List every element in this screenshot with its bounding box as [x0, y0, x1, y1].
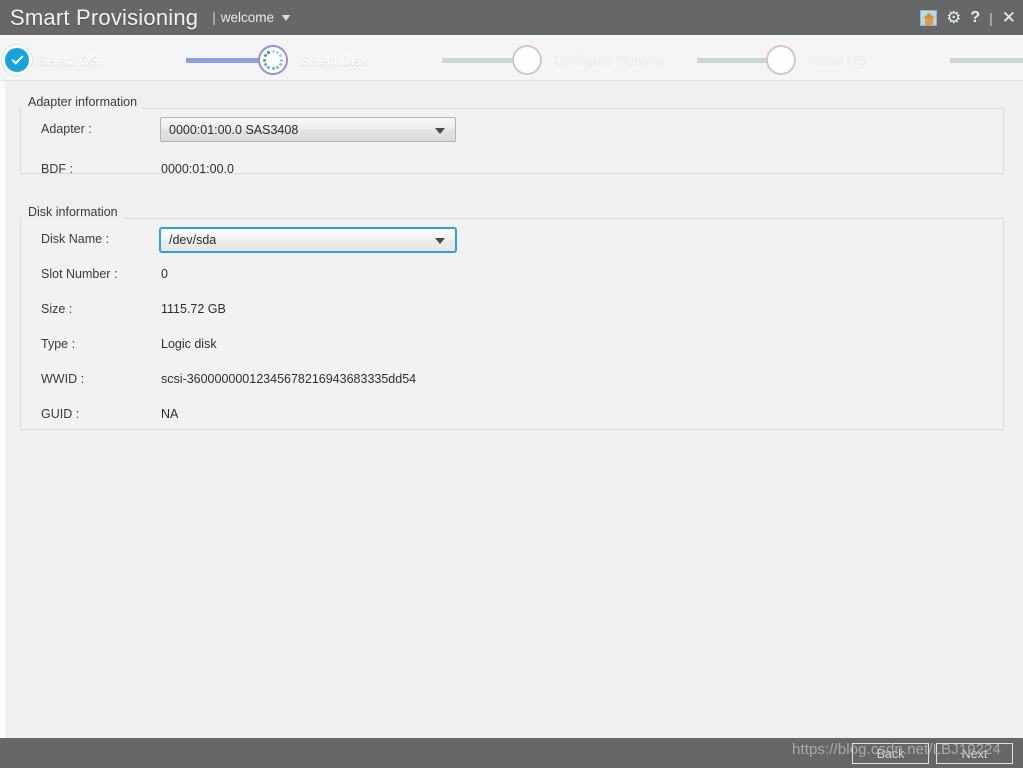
step-connector-4	[950, 58, 1023, 63]
guid-value-row: NA	[161, 407, 178, 421]
next-button[interactable]: Next	[936, 743, 1013, 764]
bdf-field-row: BDF :	[41, 162, 73, 176]
titlebar-icon-group: ⚙ ? | ✕	[920, 0, 1016, 35]
size-label: Size :	[41, 302, 73, 316]
step-configure-options-status-icon	[512, 45, 542, 75]
guid-label: GUID :	[41, 407, 80, 421]
chevron-down-icon	[281, 14, 291, 21]
slot-number-label-row: Slot Number :	[41, 267, 117, 281]
back-button[interactable]: Back	[852, 743, 929, 764]
step-select-disk[interactable]: Select Disk	[272, 49, 443, 72]
adapter-information-title: Adapter information	[22, 95, 144, 109]
slot-number-label: Slot Number :	[41, 267, 118, 281]
step-select-disk-label: Select Disk	[300, 53, 368, 68]
step-configure-options[interactable]: Configure Options	[526, 49, 698, 72]
welcome-label: welcome	[220, 10, 275, 25]
adapter-label: Adapter :	[41, 122, 92, 136]
main-content: Adapter information Adapter : 0000:01:00…	[0, 81, 1023, 738]
chevron-down-icon	[435, 127, 445, 134]
left-rail	[0, 81, 6, 738]
welcome-menu[interactable]: | welcome	[212, 10, 291, 25]
guid-label-row: GUID :	[41, 407, 79, 421]
slot-number-value-row: 0	[161, 267, 168, 281]
chevron-down-icon	[435, 238, 445, 244]
step-select-os[interactable]: Select OS	[16, 49, 191, 72]
bdf-value: 0000:01:00.0	[161, 162, 234, 176]
disk-name-select-value: /dev/sda	[169, 233, 217, 247]
titlebar-divider: |	[989, 9, 993, 26]
step-select-os-label: Select OS	[38, 53, 99, 68]
adapter-select[interactable]: 0000:01:00.0 SAS3408	[160, 117, 456, 142]
footer-bar: Back Next	[0, 738, 1023, 768]
wwid-value-row: scsi-36000000012345678216943683335dd54	[161, 372, 416, 386]
disk-name-label: Disk Name :	[41, 232, 110, 246]
step-configure-options-label: Configure Options	[554, 53, 663, 68]
home-icon[interactable]	[920, 9, 938, 26]
type-value-row: Logic disk	[161, 337, 217, 351]
bdf-label: BDF :	[41, 162, 73, 176]
step-select-disk-spinner-icon	[258, 45, 288, 75]
adapter-select-value: 0000:01:00.0 SAS3408	[169, 122, 299, 137]
question-mark-icon[interactable]: ?	[970, 9, 980, 26]
smart-provisioning-window: Smart Provisioning | welcome ⚙ ? | ✕ Sel…	[0, 0, 1023, 768]
step-install-os[interactable]: Install OS	[780, 49, 951, 72]
wizard-stepper: Select OS Select Disk Configure Options …	[0, 35, 1023, 81]
wwid-label: WWID :	[41, 372, 85, 386]
step-install-os-status-icon	[766, 45, 796, 75]
slot-number-value: 0	[161, 267, 168, 281]
gear-icon[interactable]: ⚙	[946, 9, 961, 26]
wwid-value: scsi-36000000012345678216943683335dd54	[161, 372, 417, 386]
step-select-os-status-icon	[2, 45, 32, 75]
type-value: Logic disk	[161, 337, 217, 351]
bdf-value-row: 0000:01:00.0	[161, 162, 234, 176]
page-title: Smart Provisioning	[10, 4, 199, 30]
adapter-field-label-row: Adapter :	[41, 122, 92, 136]
size-value-row: 1115.72 GB	[161, 302, 226, 316]
welcome-separator: |	[212, 10, 216, 25]
disk-name-select[interactable]: /dev/sda	[159, 227, 457, 253]
guid-value: NA	[161, 407, 179, 421]
disk-information-title: Disk information	[22, 205, 124, 219]
title-bar: Smart Provisioning | welcome ⚙ ? | ✕	[0, 0, 1023, 35]
type-label-row: Type :	[41, 337, 75, 351]
step-install-os-label: Install OS	[808, 53, 867, 68]
wwid-label-row: WWID :	[41, 372, 84, 386]
disk-name-label-row: Disk Name :	[41, 232, 109, 246]
size-label-row: Size :	[41, 302, 72, 316]
close-icon[interactable]: ✕	[1002, 9, 1016, 26]
type-label: Type :	[41, 337, 76, 351]
size-value: 1115.72 GB	[161, 302, 226, 316]
